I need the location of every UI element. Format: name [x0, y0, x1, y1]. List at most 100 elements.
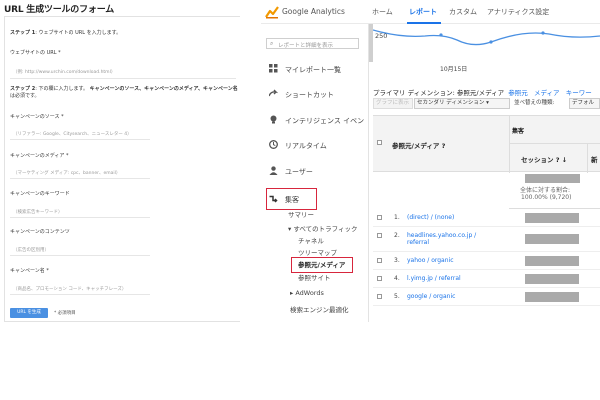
grid-icon	[269, 64, 278, 73]
row-link-cont[interactable]: referral	[407, 239, 429, 246]
form-panel: ステップ 1: ウェブサイトの URL を入力します。 ウェブサイトの URL …	[4, 16, 240, 322]
field-underline	[10, 255, 150, 256]
chart-point	[541, 31, 545, 35]
campaign-name-input[interactable]: （商品名、プロモーション コード、キャッチフレーズ）	[13, 286, 126, 292]
secondary-dimension-select[interactable]: セカンダリ ディメンション ▾	[414, 98, 510, 109]
row-checkbox[interactable]	[377, 294, 382, 299]
website-url-underline	[10, 78, 236, 79]
dimension-source[interactable]: 参照元	[508, 89, 528, 97]
field-underline	[10, 139, 150, 140]
analytics-logo-icon	[265, 6, 279, 19]
redacted-value	[525, 256, 579, 266]
campaign-term-input[interactable]: （検索広告キーワード）	[13, 209, 63, 215]
table-header: 参照元/メディア ? 集客 セッション ? ↓ 新	[373, 115, 600, 173]
acquisition-highlight	[266, 188, 317, 210]
sidebar-item-my-reports[interactable]: マイレポート一覧	[261, 62, 368, 76]
sidebar-item-treemap[interactable]: ツリーマップ	[298, 247, 337, 257]
campaign-content-label: キャンペーンのコンテンツ	[10, 229, 70, 235]
tab-reports[interactable]: レポート	[409, 7, 437, 17]
chart-series-line	[373, 29, 600, 46]
step1-text: ステップ 1: ウェブサイトの URL を入力します。	[10, 30, 122, 36]
report-area: 250 10月15日 プライマリ ディメンション: 参照元/メディア 参照元 メ…	[373, 24, 600, 322]
sidebar-item-adwords[interactable]: ▸ AdWords	[290, 289, 324, 297]
row-link[interactable]: google / organic	[407, 293, 455, 300]
tab-custom[interactable]: カスタム	[449, 7, 477, 17]
sidebar-item-all-traffic[interactable]: ▾ すべてのトラフィック	[288, 223, 357, 233]
column-divider	[587, 143, 588, 173]
field-underline	[10, 294, 150, 295]
website-url-input[interactable]: （例: http://www.urchin.com/download.html）	[13, 69, 115, 75]
chart-point	[489, 40, 493, 44]
generate-url-button[interactable]: URL を生成	[10, 308, 48, 318]
row-checkbox[interactable]	[377, 276, 382, 281]
sidebar-item-shortcuts[interactable]: ショートカット	[261, 87, 368, 101]
clock-icon	[269, 140, 278, 149]
ga-brand: Google Analytics	[282, 7, 345, 16]
redacted-total	[525, 174, 580, 183]
ga-top-bar: Google Analytics ホーム レポート カスタム アナリティクス設定	[261, 0, 600, 24]
sort-type-select[interactable]: デフォル	[569, 98, 600, 109]
lightbulb-icon	[270, 115, 277, 124]
table-row: 4. l.yimg.jp / referral	[373, 271, 600, 288]
column-new-sessions[interactable]: 新	[591, 154, 598, 164]
step2-text: ステップ 2: 下の欄に入力します。 キャンペーンのソース、キャンペーンのメディ…	[10, 86, 238, 92]
sidebar-item-realtime[interactable]: リアルタイム	[261, 138, 368, 152]
tab-admin[interactable]: アナリティクス設定	[487, 7, 549, 17]
sidebar-item-seo[interactable]: 検索エンジン最適化	[290, 304, 349, 314]
form-title: URL 生成ツールのフォーム	[4, 5, 115, 15]
table-row: 3. yahoo / organic	[373, 253, 600, 270]
sort-type-label: 並べ替えの種類:	[514, 100, 555, 106]
row-link[interactable]: yahoo / organic	[407, 257, 454, 264]
row-checkbox[interactable]	[377, 215, 382, 220]
sidebar-item-audience[interactable]: ユーザー	[261, 164, 368, 178]
tab-home[interactable]: ホーム	[372, 7, 393, 17]
step2-text-cont: は必須です。	[10, 93, 40, 99]
primary-dimension-bar: プライマリ ディメンション: 参照元/メディア 参照元 メディア キーワー	[373, 89, 592, 97]
sidebar-item-channels[interactable]: チャネル	[298, 235, 324, 245]
sidebar-item-referrals[interactable]: 参照サイト	[298, 272, 331, 282]
dimension-keyword[interactable]: キーワー	[566, 89, 592, 97]
sidebar-item-summary[interactable]: サマリー	[288, 209, 314, 219]
table-row: 1. (direct) / (none)	[373, 210, 600, 227]
plot-rows-button[interactable]: グラフに表示	[373, 98, 413, 109]
campaign-source-label: キャンペーンのソース *	[10, 114, 64, 120]
required-note: * 必須項目	[54, 311, 76, 316]
dimension-medium[interactable]: メディア	[534, 89, 560, 97]
user-icon	[269, 166, 278, 175]
campaign-source-input[interactable]: （リファラー: Google、Citysearch、ニュースレター 4）	[13, 131, 132, 137]
field-underline	[10, 217, 150, 218]
sessions-line-chart	[373, 29, 600, 46]
search-icon: ⌕	[270, 40, 274, 47]
row-link[interactable]: headlines.yahoo.co.jp /	[407, 232, 476, 239]
url-builder-panel: URL 生成ツールのフォーム ステップ 1: ウェブサイトの URL を入力しま…	[0, 0, 240, 330]
ga-sidebar: ⌕ レポートと詳細を表示 マイレポート一覧 ショートカット インテリジェンス イ…	[261, 24, 368, 322]
sidebar-item-intelligence[interactable]: インテリジェンス イベン	[261, 113, 368, 127]
campaign-term-label: キャンペーンのキーワード	[10, 191, 70, 197]
campaign-medium-label: キャンペーンのメディア *	[10, 153, 69, 159]
campaign-content-input[interactable]: （広告の区別用）	[13, 247, 49, 253]
shortcut-icon	[269, 89, 278, 97]
chart-point	[439, 33, 443, 37]
row-checkbox[interactable]	[377, 258, 382, 263]
website-url-label: ウェブサイトの URL *	[10, 50, 61, 56]
column-sessions[interactable]: セッション ? ↓	[521, 154, 567, 164]
row-link[interactable]: l.yimg.jp / referral	[407, 275, 461, 282]
redacted-value	[525, 274, 579, 284]
source-medium-highlight	[291, 257, 353, 273]
column-source-medium[interactable]: 参照元/メディア ?	[392, 140, 445, 150]
sidebar-divider	[368, 24, 369, 322]
redacted-value	[525, 234, 579, 244]
row-checkbox[interactable]	[377, 233, 382, 238]
dimension-source-medium[interactable]: 参照元/メディア	[457, 89, 504, 97]
column-divider	[509, 116, 510, 173]
report-search-input[interactable]: ⌕ レポートと詳細を表示	[266, 38, 359, 49]
google-analytics-window: Google Analytics ホーム レポート カスタム アナリティクス設定…	[261, 0, 600, 322]
row-link[interactable]: (direct) / (none)	[407, 214, 454, 221]
acquisition-group-header: 集客	[512, 128, 525, 135]
table-row: 2. headlines.yahoo.co.jp / referral	[373, 228, 600, 252]
table-row: 5. google / organic	[373, 289, 600, 306]
campaign-medium-input[interactable]: （マーケティング メディア: cpc、banner、email）	[13, 170, 120, 176]
campaign-name-label: キャンペーン名 *	[10, 268, 49, 274]
totals-cell: 全体に対する割合: 100.00% (9,720)	[509, 172, 600, 209]
select-all-checkbox[interactable]	[377, 140, 382, 145]
